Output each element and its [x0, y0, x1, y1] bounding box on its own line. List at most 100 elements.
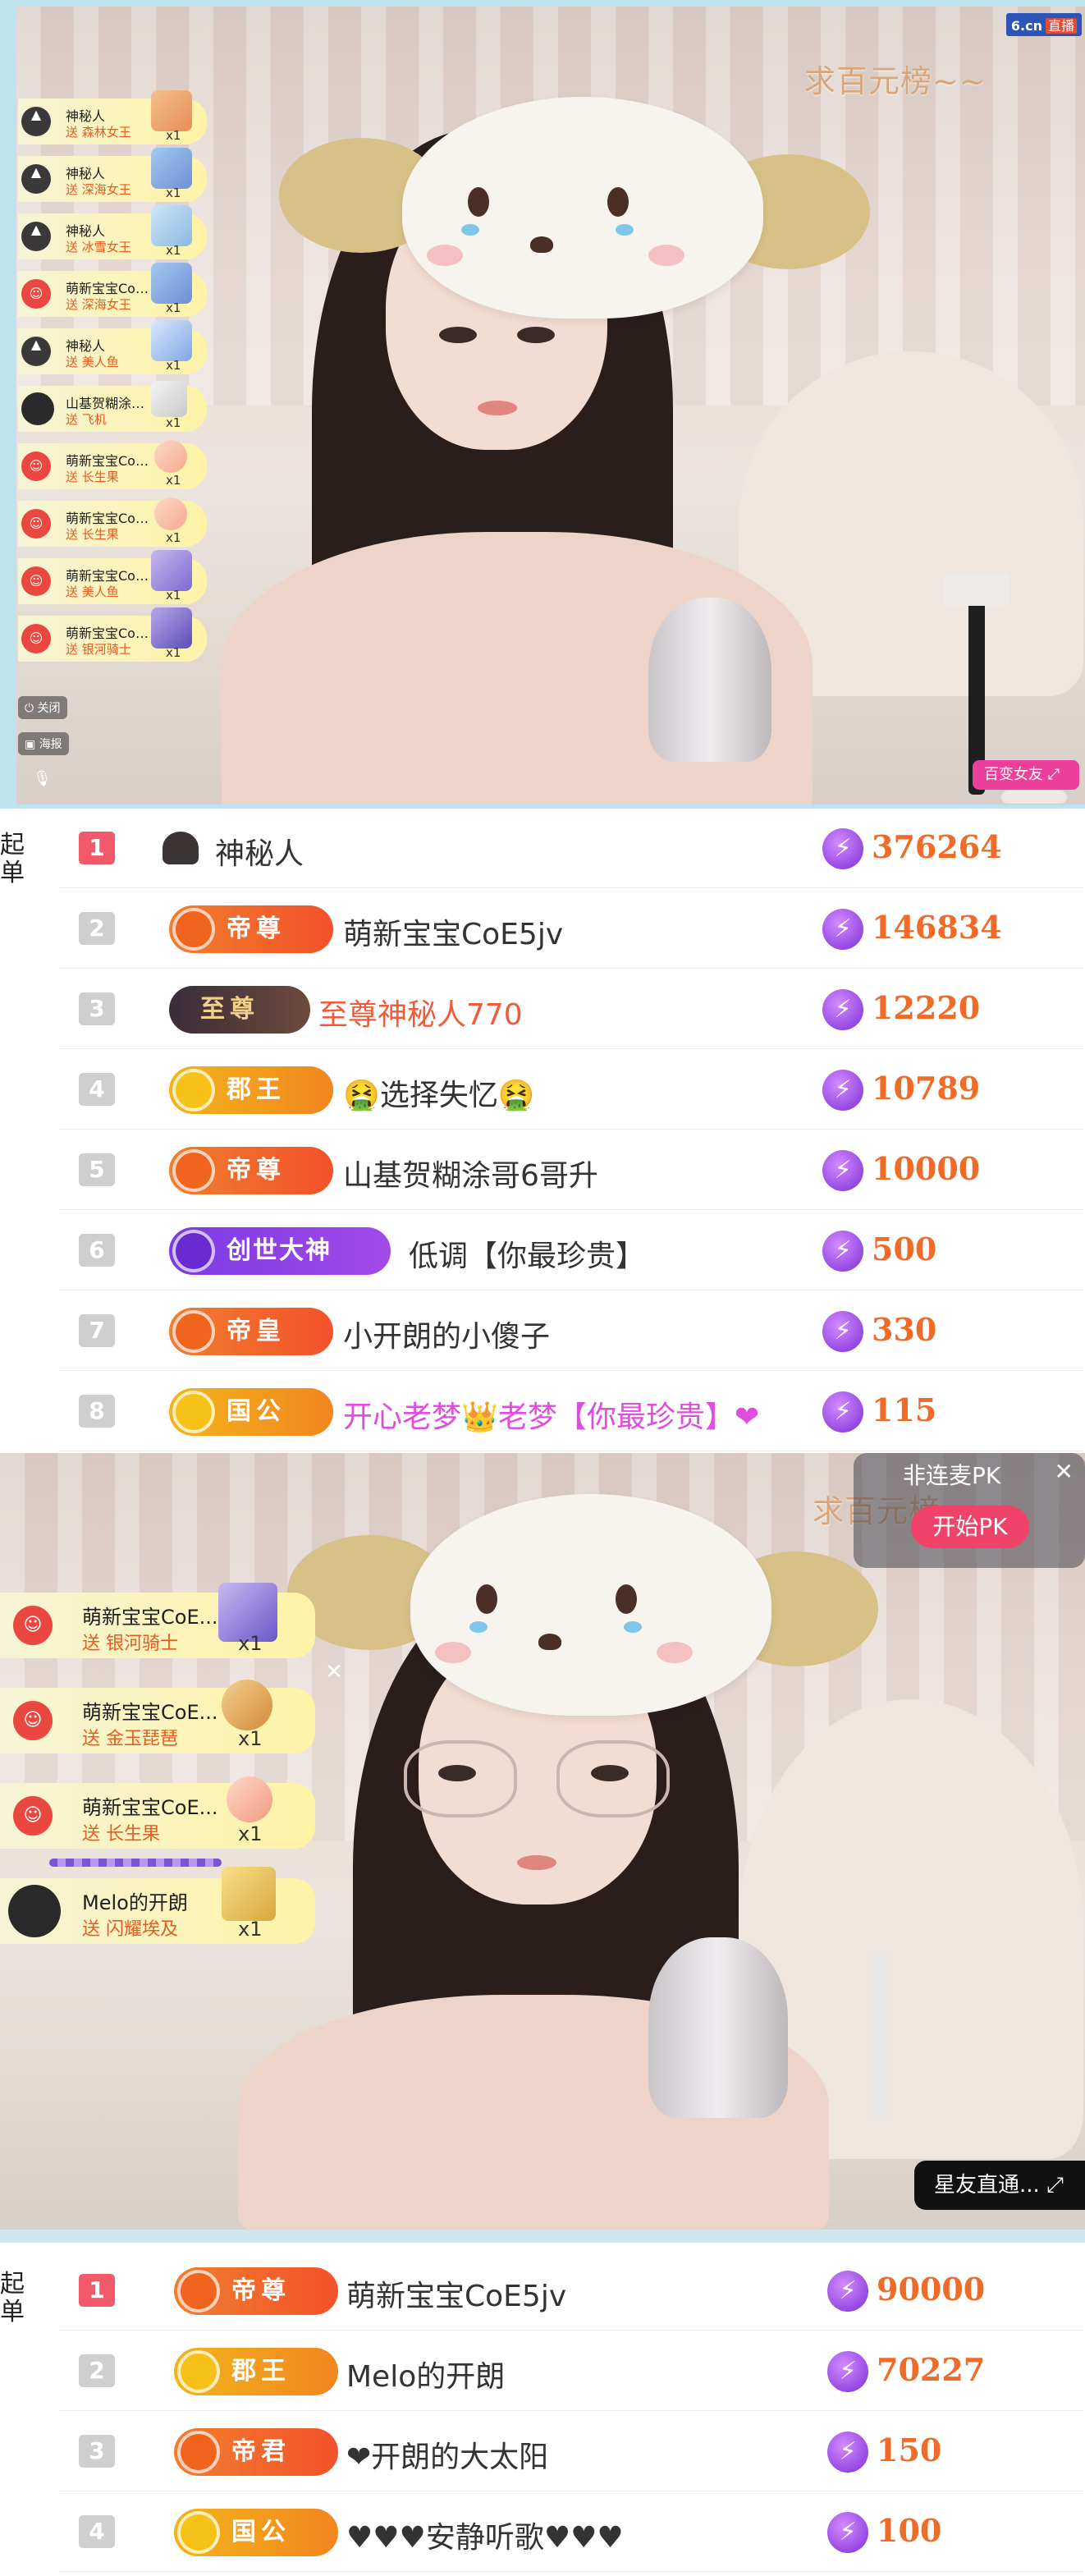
gift-icon — [151, 381, 187, 417]
rank-row[interactable]: 4 国公 ♥♥♥安静听歌♥♥♥ ⚡ 100 — [59, 2492, 1083, 2572]
ranking-panel-1: 起 单 1 神秘人 ⚡ 376264 2 帝尊 萌新宝宝CoE5jv ⚡ 146… — [0, 809, 1085, 1453]
gift-icon — [151, 607, 192, 649]
rank-row[interactable]: 3 帝君 ❤开朗的大太阳 ⚡ 150 — [59, 2412, 1083, 2491]
contribution-score: 10789 — [872, 1070, 981, 1107]
gift-icon — [222, 1680, 272, 1730]
diamond-icon: ⚡ — [827, 2432, 868, 2473]
user-name: 🤮选择失忆🤮 — [343, 1079, 535, 1112]
gift-icon — [151, 263, 192, 304]
rank-row[interactable]: 4 郡王 🤮选择失忆🤮 ⚡ 10789 — [59, 1050, 1083, 1130]
poster-button[interactable]: ▣ 海报 — [18, 732, 69, 755]
sheep-hat-effect — [279, 89, 870, 335]
progress-bar — [49, 1859, 222, 1867]
gift-icon — [151, 205, 192, 246]
rank-number: 4 — [79, 2515, 115, 2548]
contribution-score: 376264 — [872, 828, 1002, 865]
level-badge: 帝君 — [174, 2428, 338, 2476]
gift-item: ▲ 神秘人 送 深海女王 x1 — [18, 148, 207, 202]
user-avatar: ☺ — [13, 1701, 53, 1740]
user-name: Melo的开朗 — [346, 2360, 506, 2394]
sheep-hat-effect — [279, 1486, 878, 1732]
gift-item: ☺ 萌新宝宝CoE... 送 深海女王 x1 — [18, 263, 207, 317]
gift-item: ☺ 萌新宝宝CoE... 送 长生果 x1 — [0, 1776, 315, 1849]
user-avatar — [8, 1885, 61, 1937]
streamer-lips — [478, 401, 517, 415]
streamer-lips — [517, 1855, 556, 1870]
user-name: 萌新宝宝CoE5jv — [343, 918, 564, 951]
level-badge: 郡王 — [174, 2348, 338, 2395]
live-stream-video-2[interactable]: 求百元榜~~ 非连麦PK ✕ 开始PK ☺ 萌新宝宝CoE... 送 银河骑士 … — [0, 1453, 1085, 2243]
diamond-icon: ⚡ — [822, 1070, 863, 1111]
user-name: 低调【你最珍贵】 — [409, 1240, 646, 1273]
rank-row[interactable]: 6 创世大神 低调【你最珍贵】 ⚡ 500 — [59, 1211, 1083, 1290]
rank-row[interactable]: 3 至尊 至尊神秘人770 ⚡ 12220 — [59, 969, 1083, 1049]
gift-icon — [222, 1867, 276, 1921]
diamond-icon: ⚡ — [827, 2512, 868, 2553]
mic-stand-top — [944, 573, 1009, 606]
close-effects-button[interactable]: ⏻ 关闭 — [18, 696, 67, 719]
user-avatar: ☺ — [21, 509, 51, 539]
user-avatar: ☺ — [21, 566, 51, 596]
rank-row[interactable]: 1 神秘人 ⚡ 376264 — [59, 809, 1083, 888]
expand-icon: ⤢ — [1046, 2173, 1064, 2198]
level-badge: 帝尊 — [169, 905, 333, 953]
rank-number: 2 — [79, 2354, 115, 2387]
diamond-icon: ⚡ — [822, 1391, 863, 1432]
gift-icon — [227, 1776, 272, 1822]
user-avatar: ▲ — [21, 164, 51, 194]
gift-icon — [151, 90, 192, 131]
contribution-score: 146834 — [872, 909, 1002, 946]
gift-icon — [151, 148, 192, 189]
gift-icon — [154, 440, 187, 473]
rank-row[interactable]: 7 帝皇 小开朗的小傻子 ⚡ 330 — [59, 1291, 1083, 1371]
user-name: 神秘人 — [215, 837, 304, 871]
side-label: 起 单 — [0, 831, 25, 887]
mic-stand — [870, 1954, 890, 2118]
rank-row[interactable]: 8 国公 开心老梦👑老梦【你最珍贵】❤ ⚡ 115 — [59, 1372, 1083, 1451]
level-badge: 帝尊 — [174, 2267, 338, 2315]
user-avatar: ☺ — [13, 1796, 53, 1836]
gift-item: ▲ 神秘人 送 美人鱼 x1 — [18, 320, 207, 374]
filter-pill-button[interactable]: 百变女友 ⤢ — [973, 760, 1079, 790]
rank-row[interactable]: 2 帝尊 萌新宝宝CoE5jv ⚡ 146834 — [59, 889, 1083, 969]
streamer-eye — [438, 1765, 476, 1781]
contribution-score: 115 — [872, 1391, 937, 1428]
gift-item: ☺ 萌新宝宝CoE... 送 长生果 x1 — [18, 497, 207, 547]
rank-row[interactable]: 2 郡王 Melo的开朗 ⚡ 70227 — [59, 2331, 1083, 2411]
user-name: 萌新宝宝CoE5jv — [346, 2280, 567, 2313]
close-icon[interactable]: ✕ — [325, 1660, 343, 1684]
microphone-icon[interactable]: 🎙 — [33, 770, 52, 787]
diamond-icon: ⚡ — [822, 909, 863, 950]
diamond-icon: ⚡ — [822, 828, 863, 869]
contribution-score: 100 — [877, 2512, 942, 2549]
start-pk-button[interactable]: 开始PK — [911, 1506, 1029, 1548]
user-name: 至尊神秘人770 — [318, 998, 523, 1032]
contribution-score: 12220 — [872, 989, 981, 1026]
level-badge: 至尊 — [169, 986, 310, 1034]
diamond-icon: ⚡ — [822, 989, 863, 1030]
user-name: 开心老梦👑老梦【你最珍贵】❤ — [343, 1400, 759, 1434]
level-badge: 郡王 — [169, 1066, 333, 1114]
gift-item: Melo的开朗 送 闪耀埃及 x1 — [0, 1867, 315, 1944]
user-avatar: ▲ — [21, 222, 51, 251]
rank-number: 3 — [79, 2435, 115, 2468]
pk-panel: 非连麦PK ✕ 开始PK — [854, 1453, 1085, 1568]
diamond-icon: ⚡ — [827, 2351, 868, 2392]
fan-channel-button[interactable]: 星友直通... ⤢ — [914, 2161, 1085, 2210]
rank-row[interactable]: 5 帝尊 山基贺糊涂哥6哥升 ⚡ 10000 — [59, 1130, 1083, 1210]
rank-row[interactable]: 1 帝尊 萌新宝宝CoE5jv ⚡ 90000 — [59, 2251, 1083, 2331]
rank-number: 3 — [79, 992, 115, 1025]
contribution-score: 500 — [872, 1231, 937, 1267]
diamond-icon: ⚡ — [827, 2271, 868, 2312]
live-stream-video-1[interactable]: 求百元榜~~ 6.cn 直播 百变女友 ⤢ ▲ 神秘人 送 森林女王 x1 ▲ 神… — [0, 0, 1085, 809]
user-name: ❤开朗的大太阳 — [346, 2441, 549, 2474]
gift-item: ☺ 萌新宝宝CoE... 送 长生果 x1 — [18, 440, 207, 489]
close-icon[interactable]: ✕ — [1055, 1458, 1074, 1485]
microphone — [648, 1937, 788, 2118]
user-name: ♥♥♥安静听歌♥♥♥ — [346, 2521, 624, 2555]
rank-number: 1 — [79, 832, 115, 864]
power-icon: ⏻ — [25, 702, 34, 715]
rank-number: 2 — [79, 912, 115, 945]
rank-number: 1 — [79, 2274, 115, 2307]
image-icon: ▣ — [25, 738, 36, 751]
